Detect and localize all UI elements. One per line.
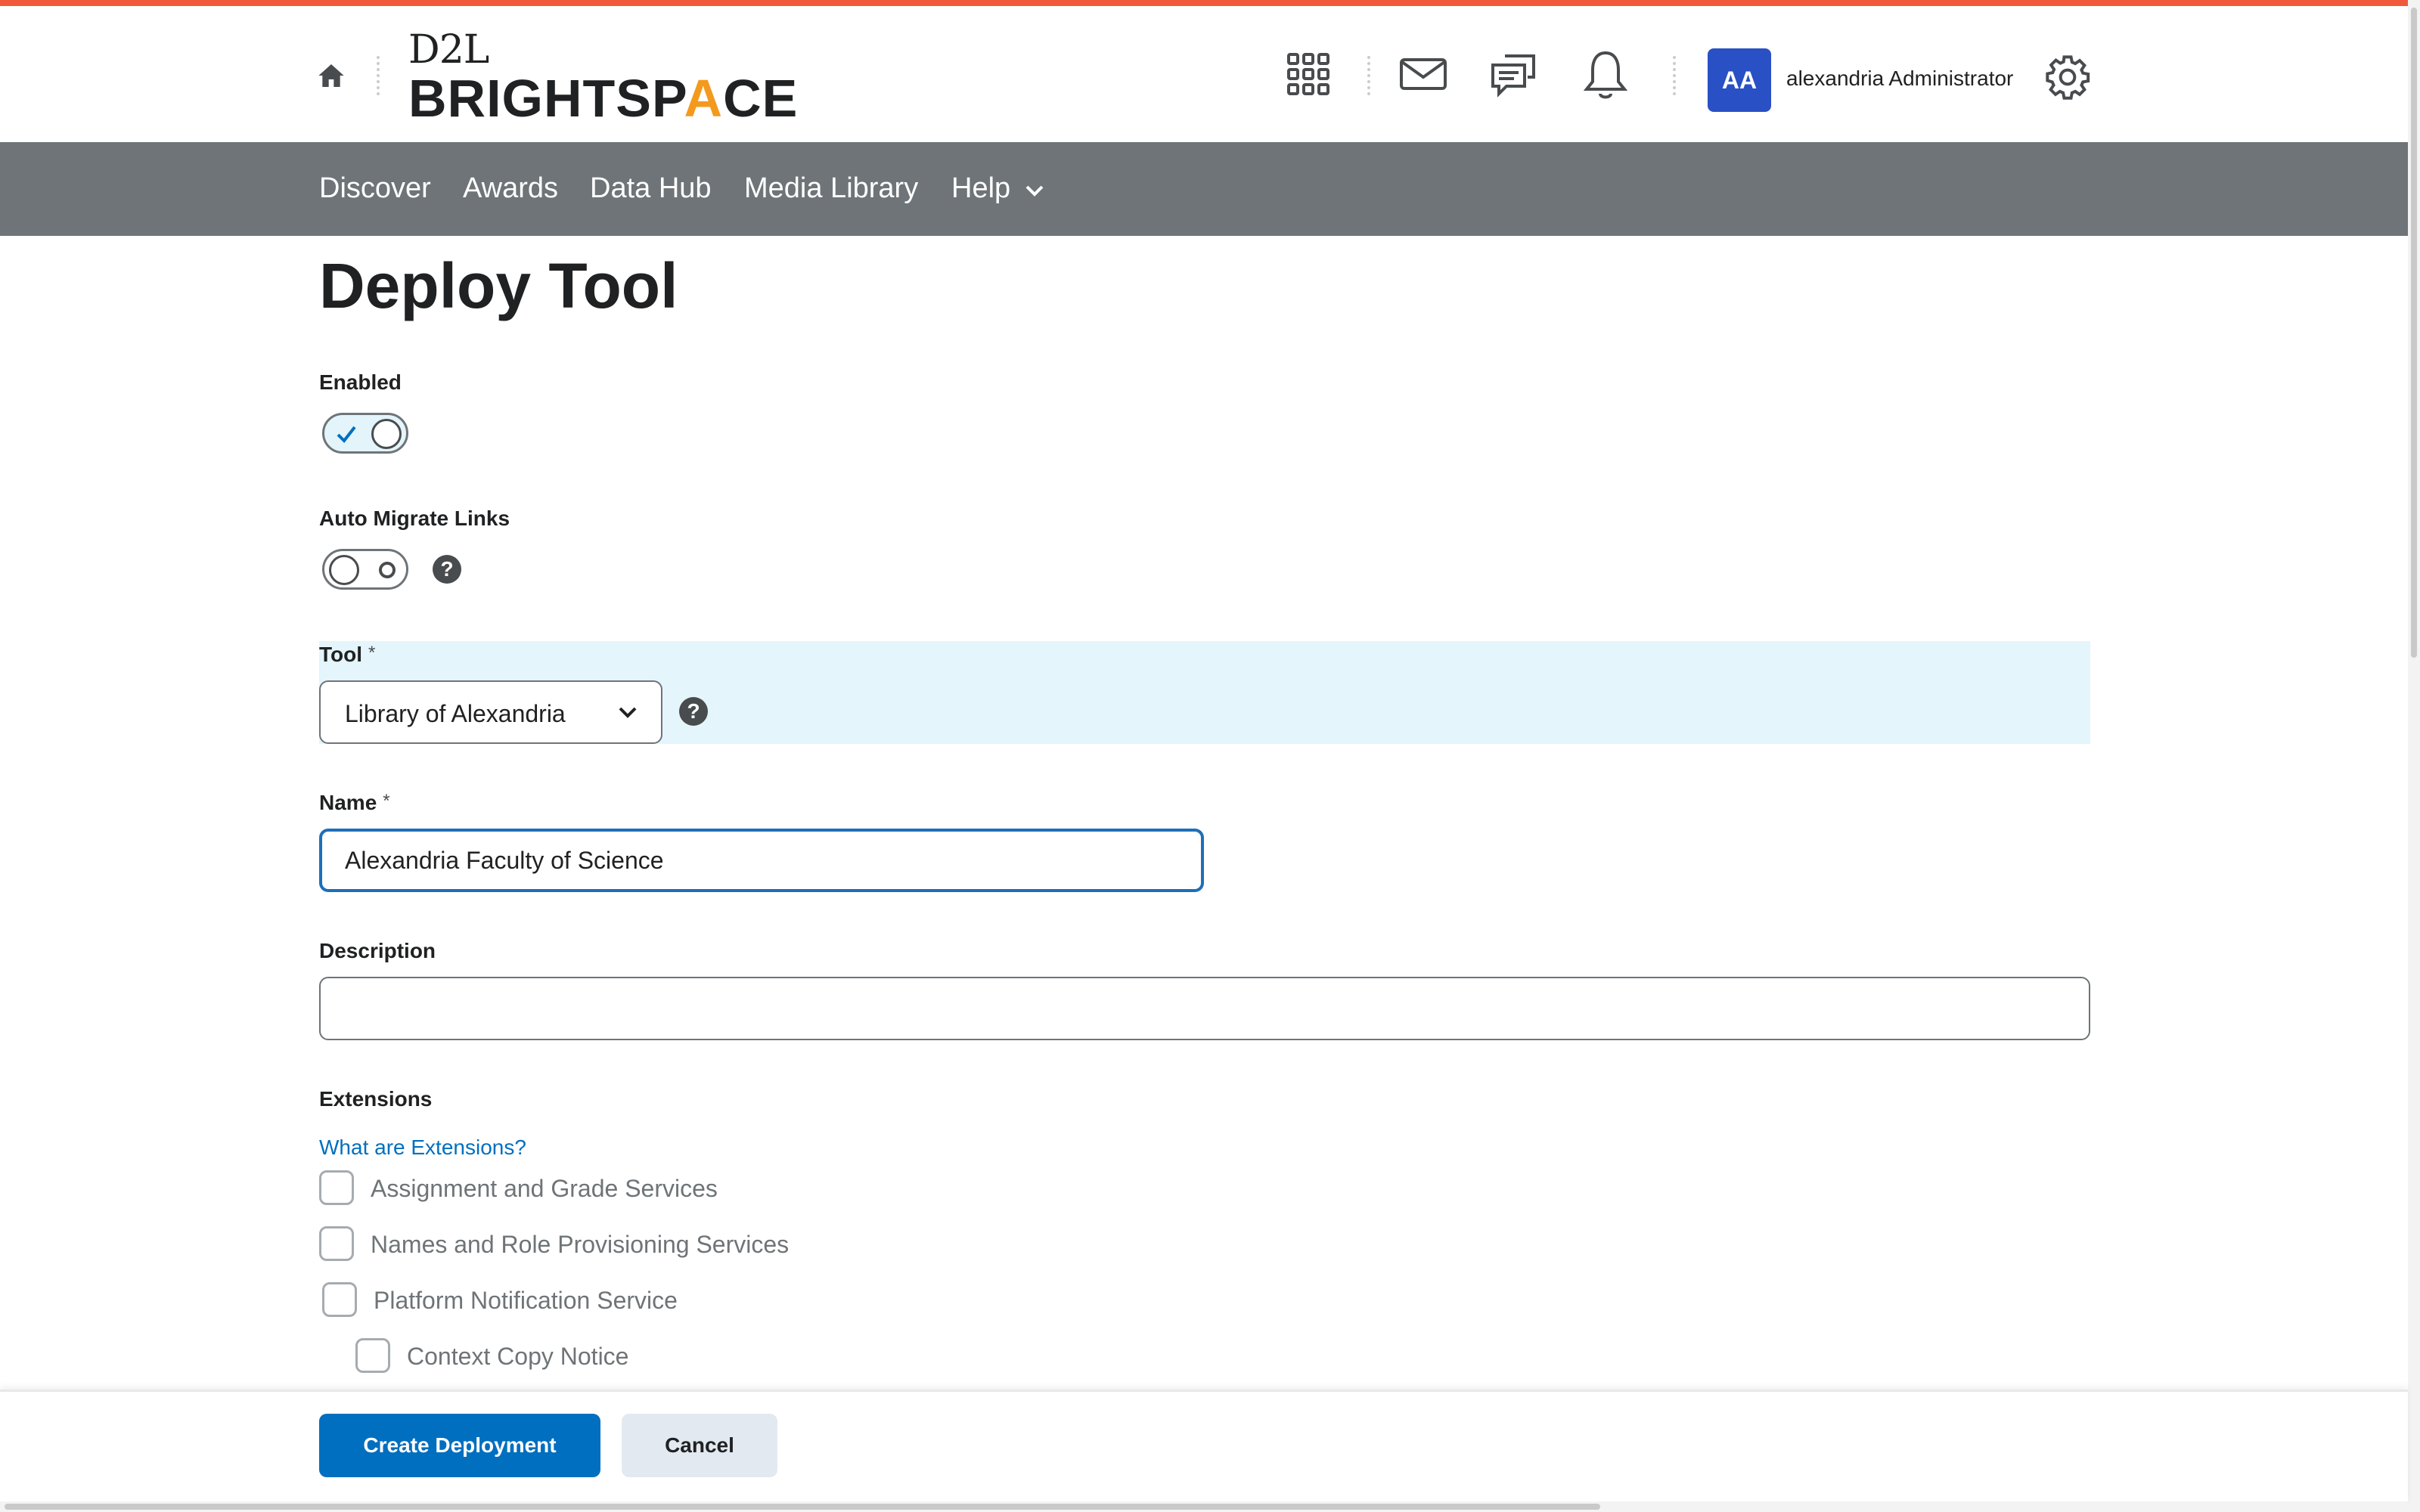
toggle-knob [371, 419, 402, 449]
checkbox-label: Platform Notification Service [374, 1287, 678, 1314]
home-icon[interactable] [316, 60, 346, 91]
tool-label: Tool * [319, 643, 375, 667]
checkbox[interactable] [319, 1170, 354, 1205]
nav-awards[interactable]: Awards [463, 172, 558, 205]
header-divider [377, 56, 380, 95]
toggle-knob [329, 555, 359, 585]
chevron-down-icon [1025, 185, 1044, 197]
auto-migrate-toggle[interactable] [322, 549, 408, 590]
nav-data-hub[interactable]: Data Hub [590, 172, 712, 205]
mail-icon[interactable] [1399, 57, 1447, 94]
nav-discover[interactable]: Discover [319, 172, 431, 205]
help-icon[interactable]: ? [433, 555, 461, 584]
nav-media-library[interactable]: Media Library [744, 172, 918, 205]
chevron-down-icon [619, 707, 637, 718]
page-title: Deploy Tool [319, 250, 678, 321]
name-field[interactable] [319, 829, 1204, 892]
enabled-toggle[interactable] [322, 413, 408, 454]
top-accent-bar [0, 0, 2408, 6]
scrollbar-thumb[interactable] [5, 1504, 1600, 1510]
checkbox-label: Context Copy Notice [407, 1343, 629, 1370]
checkbox-label: Assignment and Grade Services [371, 1175, 718, 1202]
gear-icon[interactable] [2043, 53, 2092, 105]
description-label: Description [319, 939, 436, 962]
tool-select-value: Library of Alexandria [345, 700, 566, 727]
bell-icon[interactable] [1583, 48, 1628, 105]
checkbox[interactable] [355, 1338, 390, 1373]
user-name[interactable]: alexandria Administrator [1786, 67, 2013, 91]
description-field[interactable] [319, 977, 2090, 1040]
logo-d2l-text: D2L [408, 27, 489, 73]
site-header: D2L BRIGHTSPACE AA alexandria Administra… [0, 6, 2408, 142]
tool-label-text: Tool [319, 643, 363, 666]
enabled-label: Enabled [319, 370, 402, 394]
logo-brightspace-text: BRIGHTSPACE [408, 69, 799, 128]
create-deployment-button[interactable]: Create Deployment [319, 1414, 600, 1477]
checkbox-label: Names and Role Provisioning Services [371, 1231, 790, 1258]
checkmark-icon [337, 426, 356, 444]
name-label: Name * [319, 791, 390, 815]
scrollbar-thumb[interactable] [2411, 8, 2417, 658]
what-are-extensions-link[interactable]: What are Extensions? [319, 1136, 526, 1160]
auto-migrate-label: Auto Migrate Links [319, 507, 510, 530]
checkbox[interactable] [319, 1226, 354, 1261]
nav-help[interactable]: Help [951, 172, 1044, 205]
required-marker: * [383, 791, 390, 811]
tool-select[interactable]: Library of Alexandria [319, 680, 662, 744]
chat-icon[interactable] [1490, 51, 1538, 104]
off-circle-icon [379, 562, 396, 578]
avatar[interactable]: AA [1708, 48, 1771, 112]
header-divider [1367, 56, 1370, 95]
header-divider [1673, 56, 1676, 95]
brightspace-logo[interactable]: D2L BRIGHTSPACE [408, 29, 798, 125]
required-marker: * [368, 643, 376, 663]
cancel-button[interactable]: Cancel [622, 1414, 777, 1477]
name-label-text: Name [319, 791, 377, 814]
apps-grid-icon[interactable] [1286, 51, 1331, 101]
nav-help-label: Help [951, 172, 1011, 204]
horizontal-scrollbar[interactable] [0, 1501, 2408, 1512]
main-navbar: Discover Awards Data Hub Media Library H… [0, 142, 2408, 236]
vertical-scrollbar[interactable] [2408, 0, 2420, 1512]
extensions-label: Extensions [319, 1087, 433, 1111]
help-icon[interactable]: ? [679, 697, 708, 726]
checkbox[interactable] [322, 1282, 357, 1317]
